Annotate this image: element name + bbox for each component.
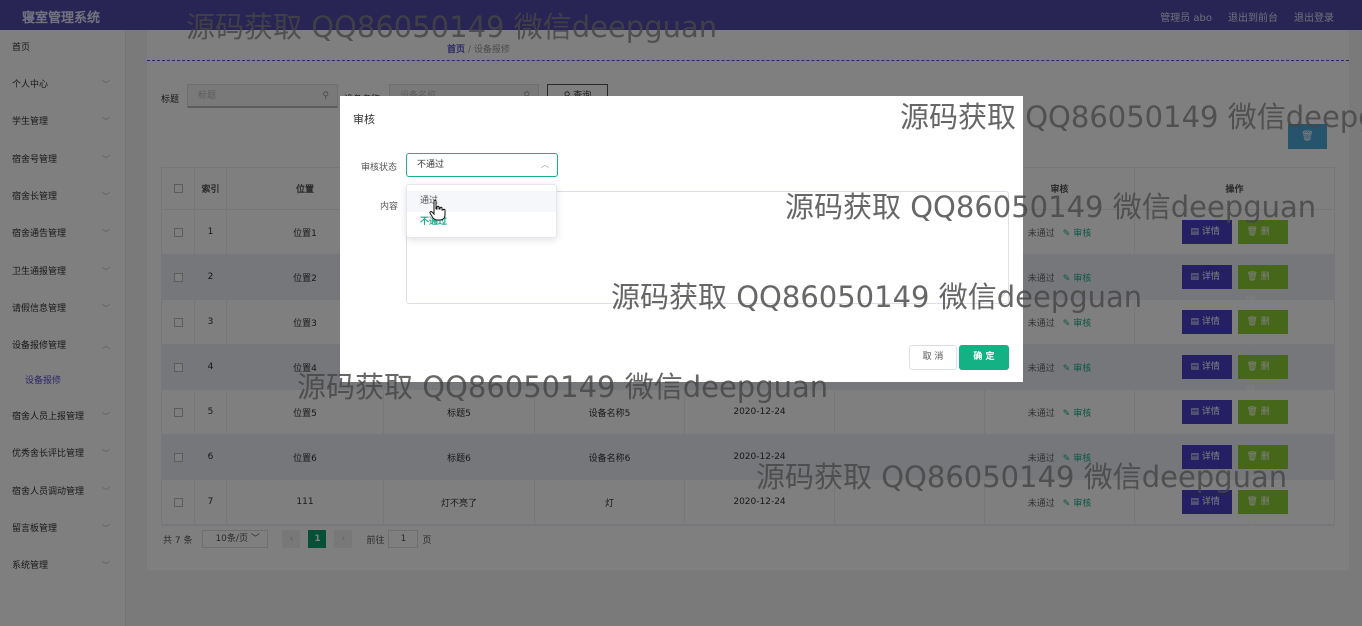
cancel-button[interactable]: 取 消 bbox=[909, 345, 957, 370]
dialog-title: 审核 bbox=[353, 113, 375, 126]
chevron-up-icon: ︿ bbox=[541, 160, 549, 169]
content-label: 内容 bbox=[380, 202, 399, 212]
status-label: 审核状态 bbox=[361, 163, 398, 173]
hand-cursor-icon bbox=[429, 199, 446, 221]
resize-handle-icon[interactable]: ⟋ bbox=[1000, 291, 1006, 301]
status-select[interactable]: 不通过 ︿ bbox=[406, 153, 558, 177]
audit-dialog: 审核 审核状态 不通过 ︿ 内容 ⟋ 取 消 确 定 bbox=[340, 96, 1023, 382]
confirm-button[interactable]: 确 定 bbox=[959, 345, 1009, 370]
